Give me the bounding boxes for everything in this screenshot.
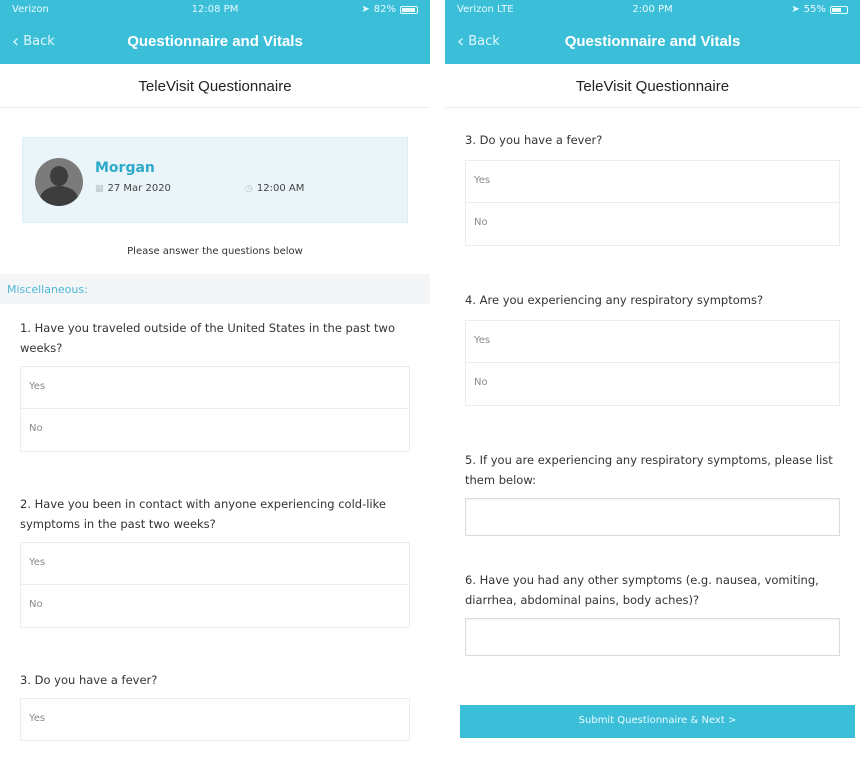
section-header: Miscellaneous: xyxy=(0,274,430,304)
question-4: 4. Are you experiencing any respiratory … xyxy=(465,293,764,307)
status-right: ➤ 55% xyxy=(791,4,848,15)
q6-text-area[interactable] xyxy=(465,618,840,656)
q5-text-area[interactable] xyxy=(465,498,840,536)
battery-icon xyxy=(400,5,418,14)
submit-button[interactable]: Submit Questionnaire & Next > xyxy=(460,705,855,738)
appointment-date-text: 27 Mar 2020 xyxy=(107,183,171,194)
location-icon: ➤ xyxy=(361,4,370,15)
appointment-time-text: 12:00 AM xyxy=(256,183,305,194)
status-right: ➤ 82% xyxy=(361,4,418,15)
nav-title: Questionnaire and Vitals xyxy=(564,33,741,50)
battery-percent: 82% xyxy=(373,4,396,15)
nav-bar: ‹ Back Questionnaire and Vitals xyxy=(0,22,430,64)
q2-option-yes[interactable]: Yes xyxy=(20,542,410,585)
question-5: 5. If you are experiencing any respirato… xyxy=(465,453,833,487)
location-icon: ➤ xyxy=(791,4,800,15)
question-3: 3. Do you have a fever? xyxy=(465,133,603,147)
patient-card: Morgan ▦ 27 Mar 2020 ◷ 12:00 AM xyxy=(22,137,408,223)
appointment-date: ▦ 27 Mar 2020 xyxy=(95,183,171,194)
left-phone-screen: Verizon 12:08 PM ➤ 82% ‹ Back Questionna… xyxy=(0,0,430,769)
patient-name: Morgan xyxy=(95,160,155,176)
page-title: TeleVisit Questionnaire xyxy=(445,64,860,108)
q3-option-yes[interactable]: Yes xyxy=(465,160,840,203)
q1-option-no[interactable]: No xyxy=(20,409,410,452)
q3-option-no[interactable]: No xyxy=(465,203,840,246)
battery-icon xyxy=(830,5,848,14)
q1-option-yes[interactable]: Yes xyxy=(20,366,410,409)
avatar xyxy=(35,158,83,206)
nav-bar: ‹ Back Questionnaire and Vitals xyxy=(445,22,860,64)
calendar-icon: ▦ xyxy=(95,183,104,194)
q2-option-no[interactable]: No xyxy=(20,585,410,628)
battery-percent: 55% xyxy=(803,4,826,15)
instructions: Please answer the questions below xyxy=(127,246,303,257)
q4-option-yes[interactable]: Yes xyxy=(465,320,840,363)
right-phone-screen: Verizon LTE 2:00 PM ➤ 55% ‹ Back Questio… xyxy=(445,0,860,769)
question-2: 2. Have you been in contact with anyone … xyxy=(20,497,386,531)
clock-icon: ◷ xyxy=(245,183,253,194)
question-1: 1. Have you traveled outside of the Unit… xyxy=(20,321,396,355)
q4-option-no[interactable]: No xyxy=(465,363,840,406)
status-bar: Verizon LTE 2:00 PM ➤ 55% xyxy=(445,0,860,22)
question-3: 3. Do you have a fever? xyxy=(20,673,158,687)
status-bar: Verizon 12:08 PM ➤ 82% xyxy=(0,0,430,22)
question-6: 6. Have you had any other symptoms (e.g.… xyxy=(465,573,819,607)
nav-title: Questionnaire and Vitals xyxy=(127,33,303,50)
appointment-time: ◷ 12:00 AM xyxy=(245,183,304,194)
page-title: TeleVisit Questionnaire xyxy=(0,64,430,108)
q3-option-yes[interactable]: Yes xyxy=(20,698,410,741)
